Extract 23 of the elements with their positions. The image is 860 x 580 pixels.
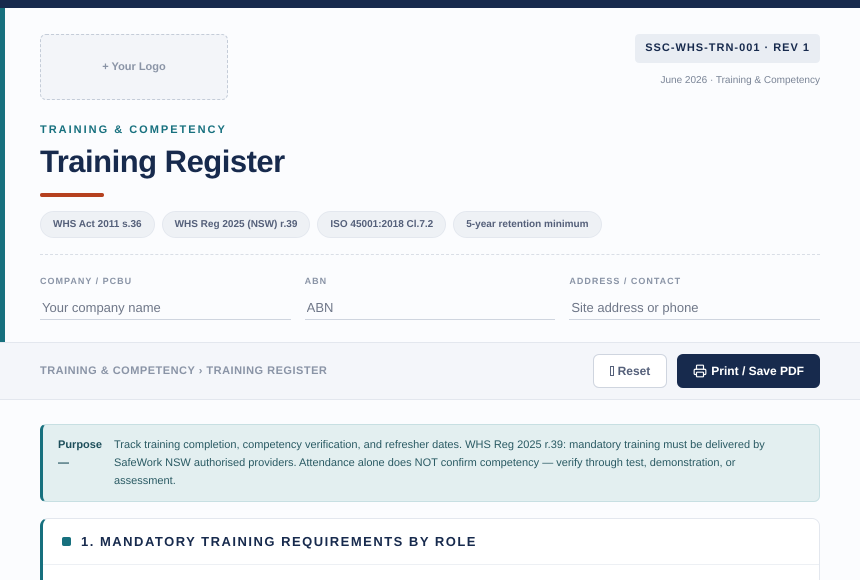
field-label: ABN [304,274,328,288]
purpose-label: Purpose — [58,438,104,471]
purpose-text: Track training completion, competency verification, and refresher dates. WHS Reg 2025 r.39: mandatory training must be delivered by SafeWork NSW authorised providers. Attendance alone does NOT confirm competency — verify through test, demonstration, or assessment. [114,438,766,489]
reset-button[interactable]: Reset [592,354,668,388]
document-code: SSC-WHS-TRN-001 · REV 1 [635,34,820,62]
field-label: ADDRESS / CONTACT [569,274,682,288]
regulation-tag: ISO 45001:2018 Cl.7.2 [317,210,446,238]
section-title: 1. MANDATORY TRAINING REQUIREMENTS BY ROLE [81,532,477,551]
eyebrow-label: TRAINING & COMPETENCY [40,123,228,138]
regulation-tag: WHS Act 2011 s.36 [40,210,155,238]
print-button[interactable]: Print / Save PDF [677,354,820,388]
field-label: COMPANY / PCBU [40,274,134,288]
document-meta: June 2026 · Training & Competency [660,74,820,88]
regulation-tag: 5-year retention minimum [453,210,602,238]
breadcrumb: TRAINING & COMPETENCY › TRAINING REGISTER [40,364,328,379]
page-title: Training Register [40,142,286,180]
input-field[interactable]: Your company name [40,296,291,320]
printer-icon [693,364,708,378]
input-field[interactable]: ABN [304,296,556,320]
input-field[interactable]: Site address or phone [569,296,820,320]
regulation-tag: WHS Reg 2025 (NSW) r.39 [162,210,310,238]
section-bullet-icon [62,537,71,546]
placeholder-glyph-icon [610,366,614,376]
